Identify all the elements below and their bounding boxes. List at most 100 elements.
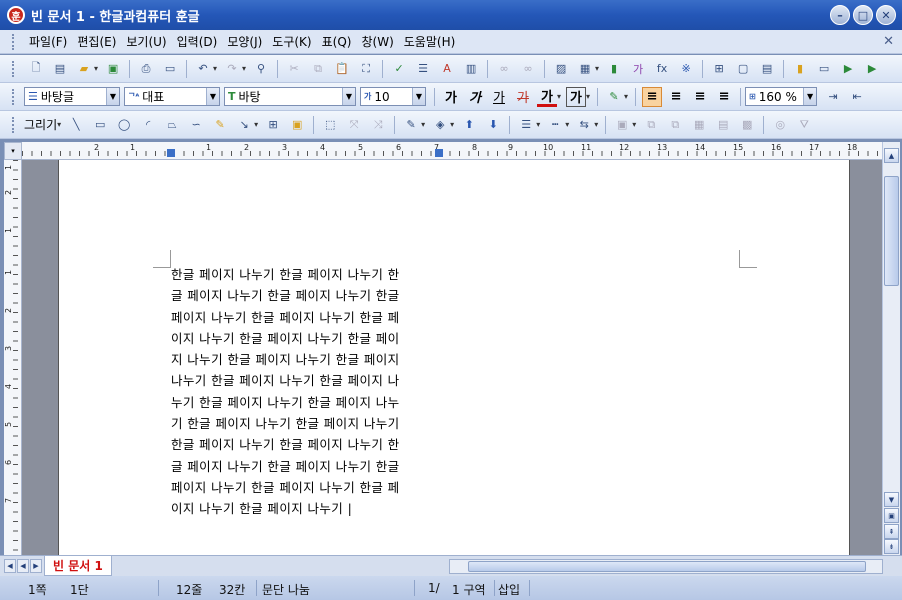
- macro2-icon[interactable]: ▶: [863, 60, 881, 78]
- horizontal-scrollbar[interactable]: [449, 559, 883, 574]
- indent-increase-icon[interactable]: ⇥: [824, 88, 842, 106]
- undo-dropdown-icon[interactable]: ▾: [213, 64, 217, 73]
- hyperlink-icon[interactable]: ∞: [495, 60, 513, 78]
- chart-icon[interactable]: ▮: [605, 60, 623, 78]
- spellcheck-icon[interactable]: ✓: [390, 60, 408, 78]
- line-style-dropdown-icon[interactable]: ▾: [565, 120, 569, 129]
- language-select[interactable]: ᄀᴬ 대표 ▼: [124, 87, 220, 106]
- font-color-dropdown-icon[interactable]: ▾: [557, 92, 561, 101]
- text-line[interactable]: 이지 나누기 한글 페이지 나누기 |: [171, 498, 441, 519]
- text-line[interactable]: 지 나누기 한글 페이지 나누기 한글 페이지: [171, 349, 441, 370]
- tab-next-icon[interactable]: ▶: [30, 559, 42, 573]
- rectangle-icon[interactable]: ▭: [91, 116, 109, 134]
- vertical-ruler[interactable]: 1 2 1 1 2 3 4 5 6 7: [4, 160, 22, 555]
- horizontal-ruler[interactable]: 2 1 1 2 3 4 5 6 7 8 9 10 11 12 13 14 15 …: [22, 142, 882, 160]
- connector-icon[interactable]: ↘: [235, 116, 253, 134]
- menu-file[interactable]: 파일(F): [24, 33, 72, 50]
- cut-icon[interactable]: ✂: [285, 60, 303, 78]
- highlighter-dropdown-icon[interactable]: ▾: [624, 92, 628, 101]
- doc-close-icon[interactable]: ✕: [883, 34, 894, 49]
- ellipse-icon[interactable]: ◯: [115, 116, 133, 134]
- save-icon[interactable]: ▣: [104, 60, 122, 78]
- font-size-select[interactable]: 가 10 ▼: [360, 87, 426, 106]
- document-page[interactable]: 한글 페이지 나누기 한글 페이지 나누기 한 글 페이지 나누기 한글 페이지…: [58, 160, 850, 555]
- style-select[interactable]: ☰ 바탕글 ▼: [24, 87, 120, 106]
- scroll-up-icon[interactable]: ▲: [884, 148, 899, 163]
- prev-page-icon[interactable]: ⇞: [884, 524, 899, 539]
- close-button[interactable]: ✕: [876, 5, 896, 25]
- chevron-down-icon[interactable]: ▼: [803, 88, 817, 105]
- arrow-style-dropdown-icon[interactable]: ▾: [594, 120, 598, 129]
- find-icon[interactable]: ⚲: [252, 60, 270, 78]
- memo-icon[interactable]: ▤: [758, 60, 776, 78]
- rotate-free-icon[interactable]: ◎: [771, 116, 789, 134]
- zoom-select[interactable]: ⊞ 160 % ▼: [745, 87, 818, 106]
- page-view-icon[interactable]: ▣: [884, 508, 899, 523]
- line-color-dropdown-icon[interactable]: ▾: [421, 120, 425, 129]
- open-dropdown-icon[interactable]: ▾: [94, 64, 98, 73]
- flip-icon[interactable]: ⤨: [369, 116, 387, 134]
- fill-color-dropdown-icon[interactable]: ▾: [450, 120, 454, 129]
- tab-prev-icon[interactable]: ◀: [4, 559, 16, 573]
- indent-decrease-icon[interactable]: ⇤: [848, 88, 866, 106]
- polygon-icon[interactable]: ⏢: [163, 116, 181, 134]
- text-line[interactable]: 글 페이지 나누기 한글 페이지 나누기 한글: [171, 285, 441, 306]
- text-line[interactable]: 페이지 나누기 한글 페이지 나누기 한글 페: [171, 307, 441, 328]
- toolbar-grip[interactable]: [12, 116, 16, 133]
- text-line[interactable]: 나누기 한글 페이지 나누기 한글 페이지 나: [171, 370, 441, 391]
- chevron-down-icon[interactable]: ▼: [206, 88, 219, 105]
- send-backward-icon[interactable]: ⬇: [484, 116, 502, 134]
- next-page-icon[interactable]: ⇟: [884, 539, 899, 554]
- toolbar-grip[interactable]: [12, 88, 16, 105]
- arrow-style-icon[interactable]: ⇆: [575, 116, 593, 134]
- redo-dropdown-icon[interactable]: ▾: [242, 64, 246, 73]
- tab-document-1[interactable]: 빈 문서 1: [44, 556, 112, 576]
- line-color-icon[interactable]: ✎: [402, 116, 420, 134]
- rotate-icon[interactable]: ⤧: [345, 116, 363, 134]
- italic-button[interactable]: 가: [465, 87, 485, 107]
- char-shade-button[interactable]: 가: [566, 86, 587, 107]
- document-body[interactable]: 한글 페이지 나누기 한글 페이지 나누기 한 글 페이지 나누기 한글 페이지…: [171, 264, 441, 520]
- shadow-dropdown-icon[interactable]: ▾: [632, 120, 636, 129]
- line-weight-dropdown-icon[interactable]: ▾: [536, 120, 540, 129]
- table-icon[interactable]: ▦: [576, 60, 594, 78]
- table-dropdown-icon[interactable]: ▾: [595, 64, 599, 73]
- line-style-icon[interactable]: ┅: [546, 116, 564, 134]
- line-weight-icon[interactable]: ☰: [517, 116, 535, 134]
- connector-dropdown-icon[interactable]: ▾: [254, 120, 258, 129]
- chevron-down-icon[interactable]: ▼: [106, 88, 119, 105]
- align-objects-icon[interactable]: ▦: [690, 116, 708, 134]
- menu-insert[interactable]: 입력(D): [172, 33, 223, 50]
- text-line[interactable]: 한글 페이지 나누기 한글 페이지 나누기 한: [171, 264, 441, 285]
- ungroup-icon[interactable]: ⧉: [666, 116, 684, 134]
- document-area[interactable]: 한글 페이지 나누기 한글 페이지 나누기 한 글 페이지 나누기 한글 페이지…: [22, 160, 882, 555]
- arc-icon[interactable]: ◜: [139, 116, 157, 134]
- print-icon[interactable]: ⎙: [137, 60, 155, 78]
- char-shape-icon[interactable]: A: [438, 60, 456, 78]
- menu-format[interactable]: 모양(J): [222, 33, 267, 50]
- status-insert-mode[interactable]: 삽입: [498, 581, 520, 598]
- strike-button[interactable]: 가: [513, 87, 533, 107]
- curve-icon[interactable]: ∽: [187, 116, 205, 134]
- bring-forward-icon[interactable]: ⬆: [460, 116, 478, 134]
- text-line[interactable]: 기 한글 페이지 나누기 한글 페이지 나누기: [171, 413, 441, 434]
- toolbar-grip[interactable]: [12, 33, 16, 50]
- text-line[interactable]: 글 페이지 나누기 한글 페이지 나누기 한글: [171, 456, 441, 477]
- minimize-button[interactable]: –: [830, 5, 850, 25]
- picture-insert-icon[interactable]: ▣: [288, 116, 306, 134]
- maximize-button[interactable]: □: [853, 5, 873, 25]
- align-icon[interactable]: ☰: [414, 60, 432, 78]
- scroll-thumb[interactable]: [884, 176, 899, 286]
- menu-view[interactable]: 보기(U): [121, 33, 171, 50]
- chevron-down-icon[interactable]: ▼: [412, 88, 425, 105]
- columns-icon[interactable]: ▥: [462, 60, 480, 78]
- highlighter-icon[interactable]: ✎: [605, 88, 623, 106]
- symbol-icon[interactable]: ※: [677, 60, 695, 78]
- align-left-button[interactable]: ≡: [666, 87, 686, 107]
- menu-window[interactable]: 창(W): [356, 33, 398, 50]
- textbox-icon[interactable]: ⊞: [710, 60, 728, 78]
- fill-color-icon[interactable]: ◈: [431, 116, 449, 134]
- draw-dropdown-icon[interactable]: ▾: [57, 120, 61, 129]
- presentation-icon[interactable]: ▭: [815, 60, 833, 78]
- hscroll-thumb[interactable]: [468, 561, 866, 572]
